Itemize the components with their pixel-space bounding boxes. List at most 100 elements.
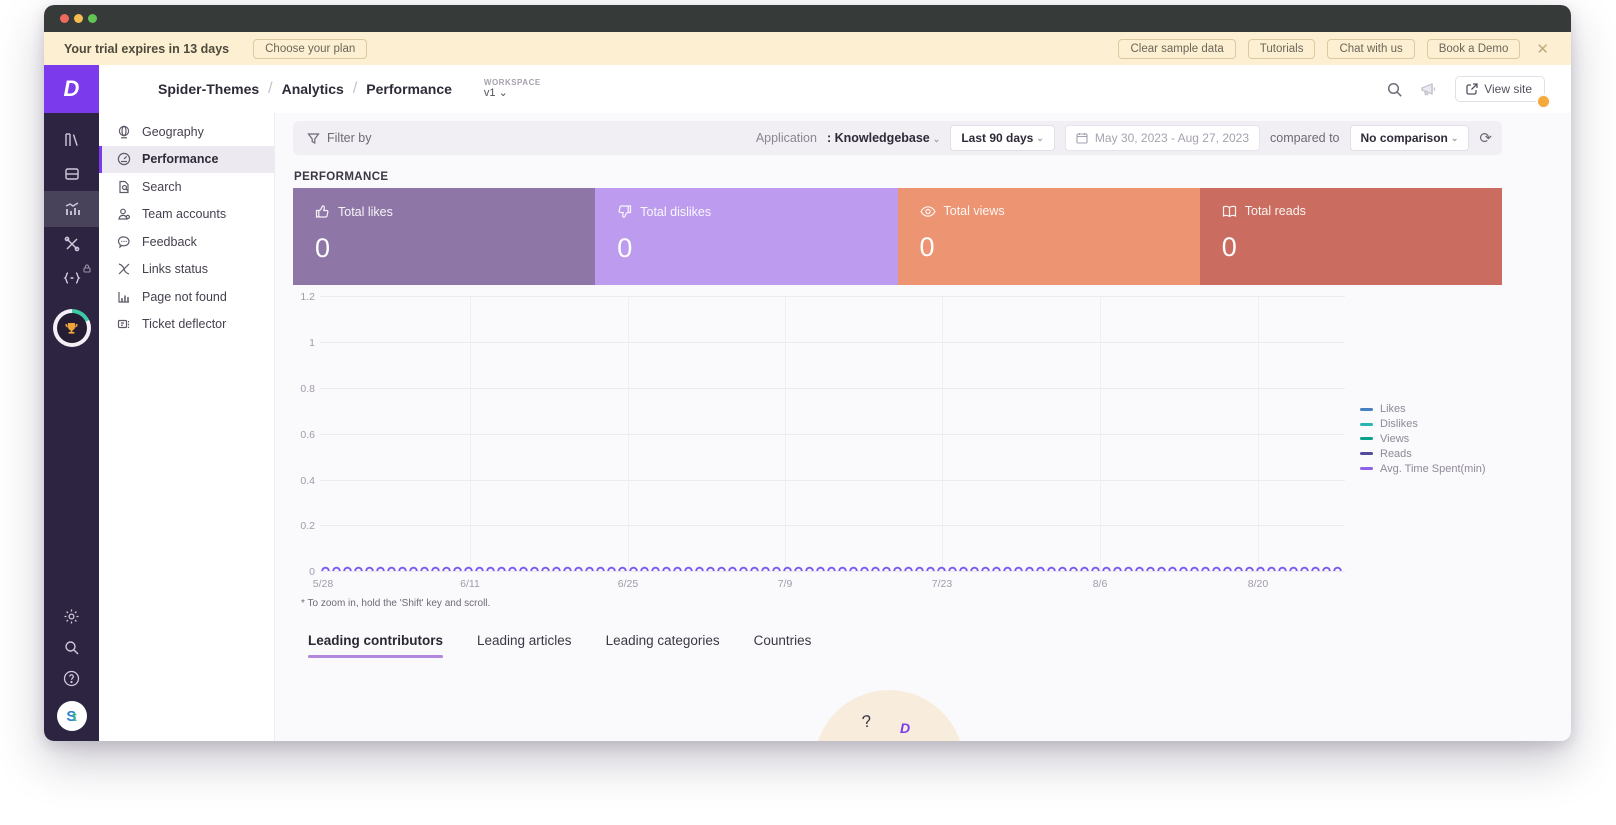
sidebar-item-page-not-found[interactable]: Page not found [99, 283, 274, 311]
breadcrumb-workspace[interactable]: Spider-Themes [158, 81, 259, 97]
chart-zoom-hint: * To zoom in, hold the 'Shift' key and s… [301, 598, 491, 609]
sidebar-item-links-status[interactable]: Links status [99, 256, 274, 284]
y-axis-tick: 0.8 [300, 383, 315, 395]
filter-by-control[interactable]: Filter by [307, 131, 371, 145]
sidebar-item-ticket-deflector[interactable]: Ticket deflector [99, 311, 274, 339]
stat-value: 0 [315, 233, 331, 263]
announcements-megaphone-icon[interactable] [1419, 81, 1439, 98]
stat-card-total-views: Total views 0 [897, 188, 1200, 285]
x-axis-tick: 7/23 [931, 578, 953, 590]
banner-close-icon[interactable]: ✕ [1532, 40, 1553, 58]
eye-icon [919, 205, 936, 218]
help-icon[interactable] [44, 670, 99, 687]
tab-leading-categories[interactable]: Leading categories [606, 633, 720, 658]
gridline [1258, 296, 1259, 571]
library-icon[interactable] [44, 123, 99, 157]
rail-bottom-group: St [44, 608, 99, 731]
gridline [320, 480, 1345, 481]
date-range-preset-select[interactable]: Last 90 days ⌄ [950, 125, 1055, 151]
y-axis-tick: 0.2 [300, 520, 315, 532]
zoom-window-button[interactable] [88, 14, 97, 23]
tools-icon[interactable] [44, 227, 99, 261]
performance-line-chart[interactable]: 1.2 1 0.8 0.6 0.4 0.2 0 5/28 6/11 6/25 7… [293, 291, 1502, 596]
breadcrumb-separator: / [268, 80, 273, 97]
view-site-button[interactable]: View site [1455, 76, 1551, 109]
choose-plan-button[interactable]: Choose your plan [253, 38, 368, 59]
header-search-icon[interactable] [1386, 81, 1403, 98]
date-range-input[interactable]: May 30, 2023 - Aug 27, 2023 [1064, 125, 1261, 151]
stat-label: Total dislikes [640, 204, 712, 219]
range-label: Last 90 days [961, 131, 1034, 145]
workspace-switcher[interactable]: WORKSPACE v1 ⌄ [484, 78, 541, 100]
analytics-sidebar: Geography Performance Search Team accoun… [99, 113, 275, 741]
close-window-button[interactable] [60, 14, 69, 23]
gridline [320, 525, 1345, 526]
refresh-icon[interactable]: ⟳ [1479, 129, 1492, 147]
app-logo[interactable]: D [44, 65, 99, 113]
breadcrumb-separator: / [352, 80, 358, 97]
legend-label: Dislikes [1380, 418, 1418, 431]
sidebar-item-team-accounts[interactable]: Team accounts [99, 201, 274, 229]
clear-sample-data-button[interactable]: Clear sample data [1118, 38, 1236, 59]
sidebar-item-label: Page not found [142, 289, 227, 304]
content-icon[interactable] [44, 157, 99, 191]
minimize-window-button[interactable] [74, 14, 83, 23]
sidebar-item-label: Performance [142, 152, 219, 167]
open-book-icon [1222, 205, 1237, 218]
comparison-value: No comparison [1360, 131, 1448, 145]
rail-search-icon[interactable] [44, 639, 99, 656]
legend-item-likes[interactable]: Likes [1360, 402, 1486, 417]
sidebar-item-feedback[interactable]: Feedback [99, 228, 274, 256]
gamification-avatar[interactable] [52, 309, 91, 347]
avg-time-spent-series-line [320, 564, 1342, 571]
y-axis-tick: 0.6 [300, 429, 315, 441]
stat-label: Total reads [1244, 204, 1306, 218]
lock-icon [83, 264, 91, 273]
stat-card-total-dislikes: Total dislikes 0 [595, 188, 898, 285]
chat-with-us-button[interactable]: Chat with us [1327, 38, 1415, 59]
trial-expiry-text: Your trial expires in 13 days [64, 41, 230, 56]
legend-item-avg-time-spent[interactable]: Avg. Time Spent(min) [1360, 461, 1486, 476]
sidebar-item-label: Search [142, 179, 182, 194]
section-title: PERFORMANCE [294, 171, 389, 183]
trial-banner: Your trial expires in 13 days Choose you… [44, 32, 1571, 65]
chat-bubble-icon [116, 235, 131, 249]
breadcrumb-section[interactable]: Analytics [282, 81, 344, 97]
doc-search-icon [116, 180, 131, 194]
application-label: Application [755, 131, 817, 145]
y-axis-tick: 0.4 [300, 475, 315, 487]
sidebar-item-geography[interactable]: Geography [99, 118, 274, 146]
chart-legend: Likes Dislikes Views Reads Avg. Time Spe… [1360, 402, 1486, 476]
x-axis-tick: 8/6 [1092, 578, 1108, 590]
analytics-icon[interactable] [44, 191, 99, 227]
legend-item-dislikes[interactable]: Dislikes [1360, 417, 1486, 432]
stat-value: 0 [617, 233, 633, 263]
thumb-down-icon [617, 204, 632, 219]
tab-countries[interactable]: Countries [754, 633, 812, 658]
spiderthemes-logo[interactable]: St [56, 701, 87, 731]
sidebar-item-label: Team accounts [142, 207, 227, 222]
legend-swatch [1360, 407, 1373, 411]
y-axis-tick: 1.2 [300, 291, 315, 303]
workspace-label: WORKSPACE [483, 78, 541, 88]
application-select[interactable]: : Knowledgebase ⌄ [827, 131, 940, 145]
sidebar-item-search[interactable]: Search [99, 173, 274, 201]
settings-gear-icon[interactable] [44, 608, 99, 625]
calendar-icon [1076, 133, 1088, 144]
header-actions: View site [1386, 76, 1551, 109]
book-a-demo-button[interactable]: Book a Demo [1426, 38, 1521, 59]
stat-value: 0 [1221, 232, 1237, 262]
tab-leading-articles[interactable]: Leading articles [477, 633, 572, 658]
trophy-icon [56, 313, 87, 343]
tab-leading-contributors[interactable]: Leading contributors [308, 633, 443, 658]
legend-item-views[interactable]: Views [1360, 432, 1486, 447]
workspace-value[interactable]: v1 ⌄ [484, 87, 541, 100]
sidebar-item-performance[interactable]: Performance [99, 145, 274, 173]
legend-item-reads[interactable]: Reads [1360, 446, 1486, 461]
legend-swatch [1360, 437, 1373, 441]
tutorials-button[interactable]: Tutorials [1247, 38, 1316, 59]
gridline [1100, 296, 1101, 571]
comparison-select[interactable]: No comparison ⌄ [1349, 125, 1470, 151]
sidebar-item-label: Ticket deflector [142, 317, 227, 332]
code-api-icon[interactable] [44, 261, 99, 295]
